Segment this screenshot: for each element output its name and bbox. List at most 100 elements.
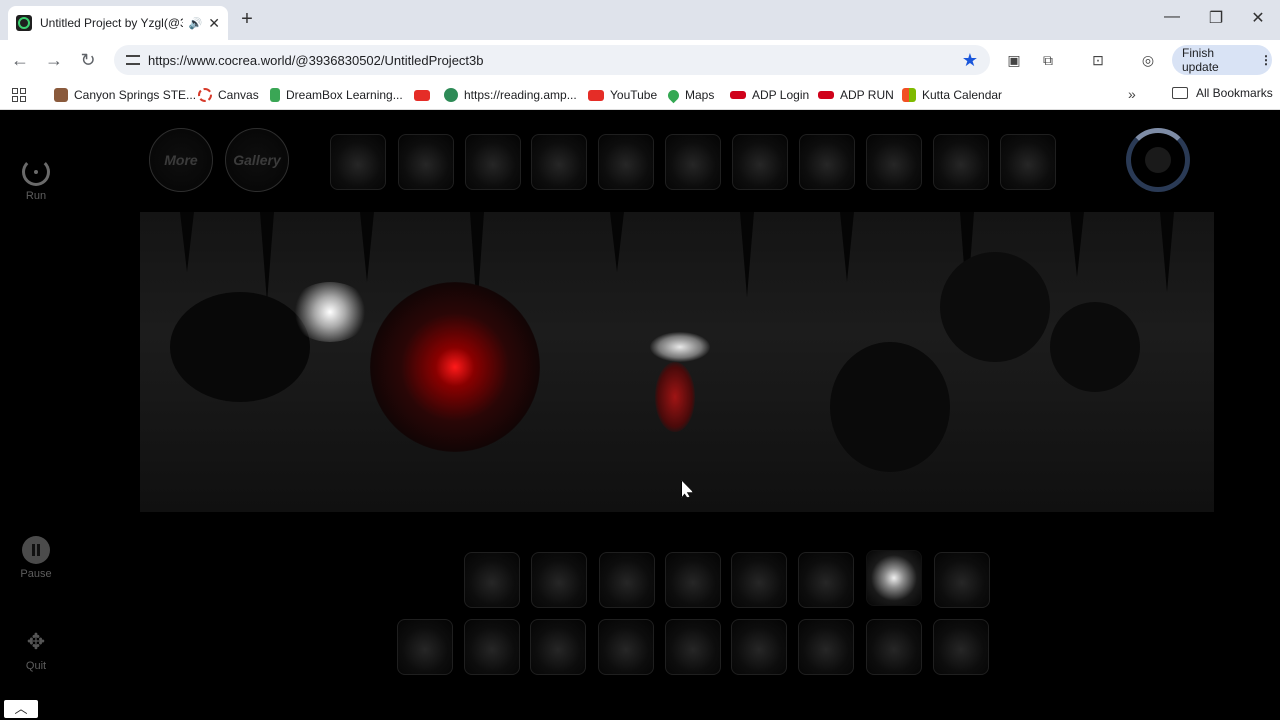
- loading-ring: [1126, 128, 1190, 192]
- sound-tile-active[interactable]: [866, 550, 922, 606]
- quit-button[interactable]: ✥ Quit: [14, 628, 58, 672]
- sound-tile[interactable]: [665, 619, 721, 675]
- bookmark-item[interactable]: ADP RUN: [818, 86, 894, 104]
- bookmark-label: Maps: [685, 88, 715, 102]
- bookmark-item[interactable]: YouTube: [588, 86, 657, 104]
- bookmark-item[interactable]: https://reading.amp...: [444, 86, 577, 104]
- character-tile[interactable]: [531, 134, 587, 190]
- sound-tile[interactable]: [866, 619, 922, 675]
- forward-icon[interactable]: →: [42, 48, 66, 72]
- game-scene[interactable]: [140, 212, 1214, 512]
- character-tile[interactable]: [598, 134, 654, 190]
- spike: [610, 212, 624, 272]
- bookmark-star-icon[interactable]: ★: [962, 50, 978, 71]
- site-favicon-icon: [16, 15, 32, 31]
- sound-tile[interactable]: [464, 552, 520, 608]
- bookmark-item[interactable]: Canvas: [198, 86, 259, 104]
- sound-tile[interactable]: [599, 552, 655, 608]
- apps-grid-icon[interactable]: [12, 88, 26, 102]
- character-tile[interactable]: [799, 134, 855, 190]
- new-tab-button[interactable]: +: [236, 8, 258, 30]
- sound-tile[interactable]: [464, 619, 520, 675]
- browser-toolbar: ← → ↻ https://www.cocrea.world/@39368305…: [0, 40, 1280, 80]
- character-tile[interactable]: [330, 134, 386, 190]
- speaker-icon[interactable]: 🔊: [189, 17, 203, 30]
- bookmark-item[interactable]: [414, 86, 436, 104]
- sound-tile[interactable]: [731, 619, 787, 675]
- profile-icon[interactable]: ◎: [1138, 50, 1158, 70]
- more-label: More: [164, 152, 198, 168]
- bookmark-item[interactable]: Kutta Calendar: [902, 86, 1002, 104]
- bookmark-favicon-icon: [198, 88, 212, 102]
- folder-icon: [1172, 87, 1188, 99]
- bookmark-label: Canyon Springs STE...: [74, 88, 197, 102]
- close-tab-icon[interactable]: ✕: [208, 15, 220, 32]
- more-button[interactable]: More: [149, 128, 213, 192]
- spike: [360, 212, 374, 282]
- character-tile[interactable]: [398, 134, 454, 190]
- bookmark-item[interactable]: DreamBox Learning...: [270, 86, 403, 104]
- sound-tile[interactable]: [933, 619, 989, 675]
- site-info-icon[interactable]: [126, 55, 140, 65]
- address-bar[interactable]: https://www.cocrea.world/@3936830502/Unt…: [114, 45, 990, 75]
- bookmark-label: Canvas: [218, 88, 259, 102]
- red-drip: [655, 362, 695, 432]
- puzzle-icon[interactable]: ⧉: [1038, 50, 1058, 70]
- gallery-button[interactable]: Gallery: [225, 128, 289, 192]
- dark-creature: [830, 342, 950, 472]
- finish-update-button[interactable]: Finish update ⋮: [1172, 45, 1272, 75]
- all-bookmarks-button[interactable]: All Bookmarks: [1172, 86, 1273, 100]
- bookmark-label: YouTube: [610, 88, 658, 102]
- run-button[interactable]: Run: [14, 158, 58, 202]
- grinning-mouth: [650, 332, 710, 362]
- url-text[interactable]: https://www.cocrea.world/@3936830502/Unt…: [148, 53, 962, 68]
- sound-tile[interactable]: [934, 552, 990, 608]
- sound-tile[interactable]: [397, 619, 453, 675]
- back-icon[interactable]: ←: [8, 48, 32, 72]
- minimize-icon[interactable]: —: [1160, 8, 1184, 26]
- character-tile[interactable]: [732, 134, 788, 190]
- bookmark-item[interactable]: Canyon Springs STE...: [54, 86, 196, 104]
- all-bookmarks-label: All Bookmarks: [1196, 86, 1273, 100]
- microsoft-icon: [902, 88, 916, 102]
- character-tile[interactable]: [1000, 134, 1056, 190]
- sound-tile[interactable]: [798, 552, 854, 608]
- spike: [740, 212, 754, 297]
- bookmark-favicon-icon: [444, 88, 458, 102]
- spike: [1070, 212, 1084, 277]
- extension-icon[interactable]: ▣: [1004, 50, 1024, 70]
- maps-pin-icon: [665, 87, 682, 103]
- tab-title: Untitled Project by Yzgl(@3: [40, 16, 183, 30]
- character-tile[interactable]: [465, 134, 521, 190]
- glowing-creature-face: [290, 282, 370, 342]
- close-window-icon[interactable]: ✕: [1246, 8, 1270, 28]
- expand-chevron-icon[interactable]: ︿: [4, 700, 38, 718]
- spike: [1160, 212, 1174, 292]
- browser-tab[interactable]: Untitled Project by Yzgl(@3 🔊 ✕: [8, 6, 228, 40]
- restore-icon[interactable]: ❐: [1204, 8, 1228, 28]
- pause-icon: [22, 536, 50, 564]
- sound-tile[interactable]: [598, 619, 654, 675]
- bookmark-item[interactable]: ADP Login: [730, 86, 809, 104]
- sound-tile[interactable]: [665, 552, 721, 608]
- more-bookmarks-icon[interactable]: »: [1128, 86, 1136, 102]
- sound-tile[interactable]: [530, 619, 586, 675]
- character-tile[interactable]: [866, 134, 922, 190]
- pause-button[interactable]: Pause: [14, 536, 58, 580]
- character-tile[interactable]: [933, 134, 989, 190]
- adp-icon: [730, 91, 746, 99]
- restart-icon: [22, 158, 50, 186]
- game-stage[interactable]: Run Pause ✥ Quit More Gallery ︿: [0, 114, 1280, 720]
- character-tile[interactable]: [665, 134, 721, 190]
- sound-tile[interactable]: [531, 552, 587, 608]
- finish-update-label: Finish update: [1182, 46, 1219, 74]
- reading-mode-icon[interactable]: ⊡: [1088, 50, 1108, 70]
- bookmarks-bar: Canyon Springs STE... Canvas DreamBox Le…: [0, 80, 1280, 110]
- menu-icon[interactable]: ⋮: [1260, 53, 1272, 67]
- sound-tile[interactable]: [798, 619, 854, 675]
- adp-icon: [818, 91, 834, 99]
- bookmark-item[interactable]: Maps: [665, 86, 715, 104]
- tab-strip: Untitled Project by Yzgl(@3 🔊 ✕ + — ❐ ✕: [0, 0, 1280, 40]
- reload-icon[interactable]: ↻: [76, 48, 100, 72]
- sound-tile[interactable]: [731, 552, 787, 608]
